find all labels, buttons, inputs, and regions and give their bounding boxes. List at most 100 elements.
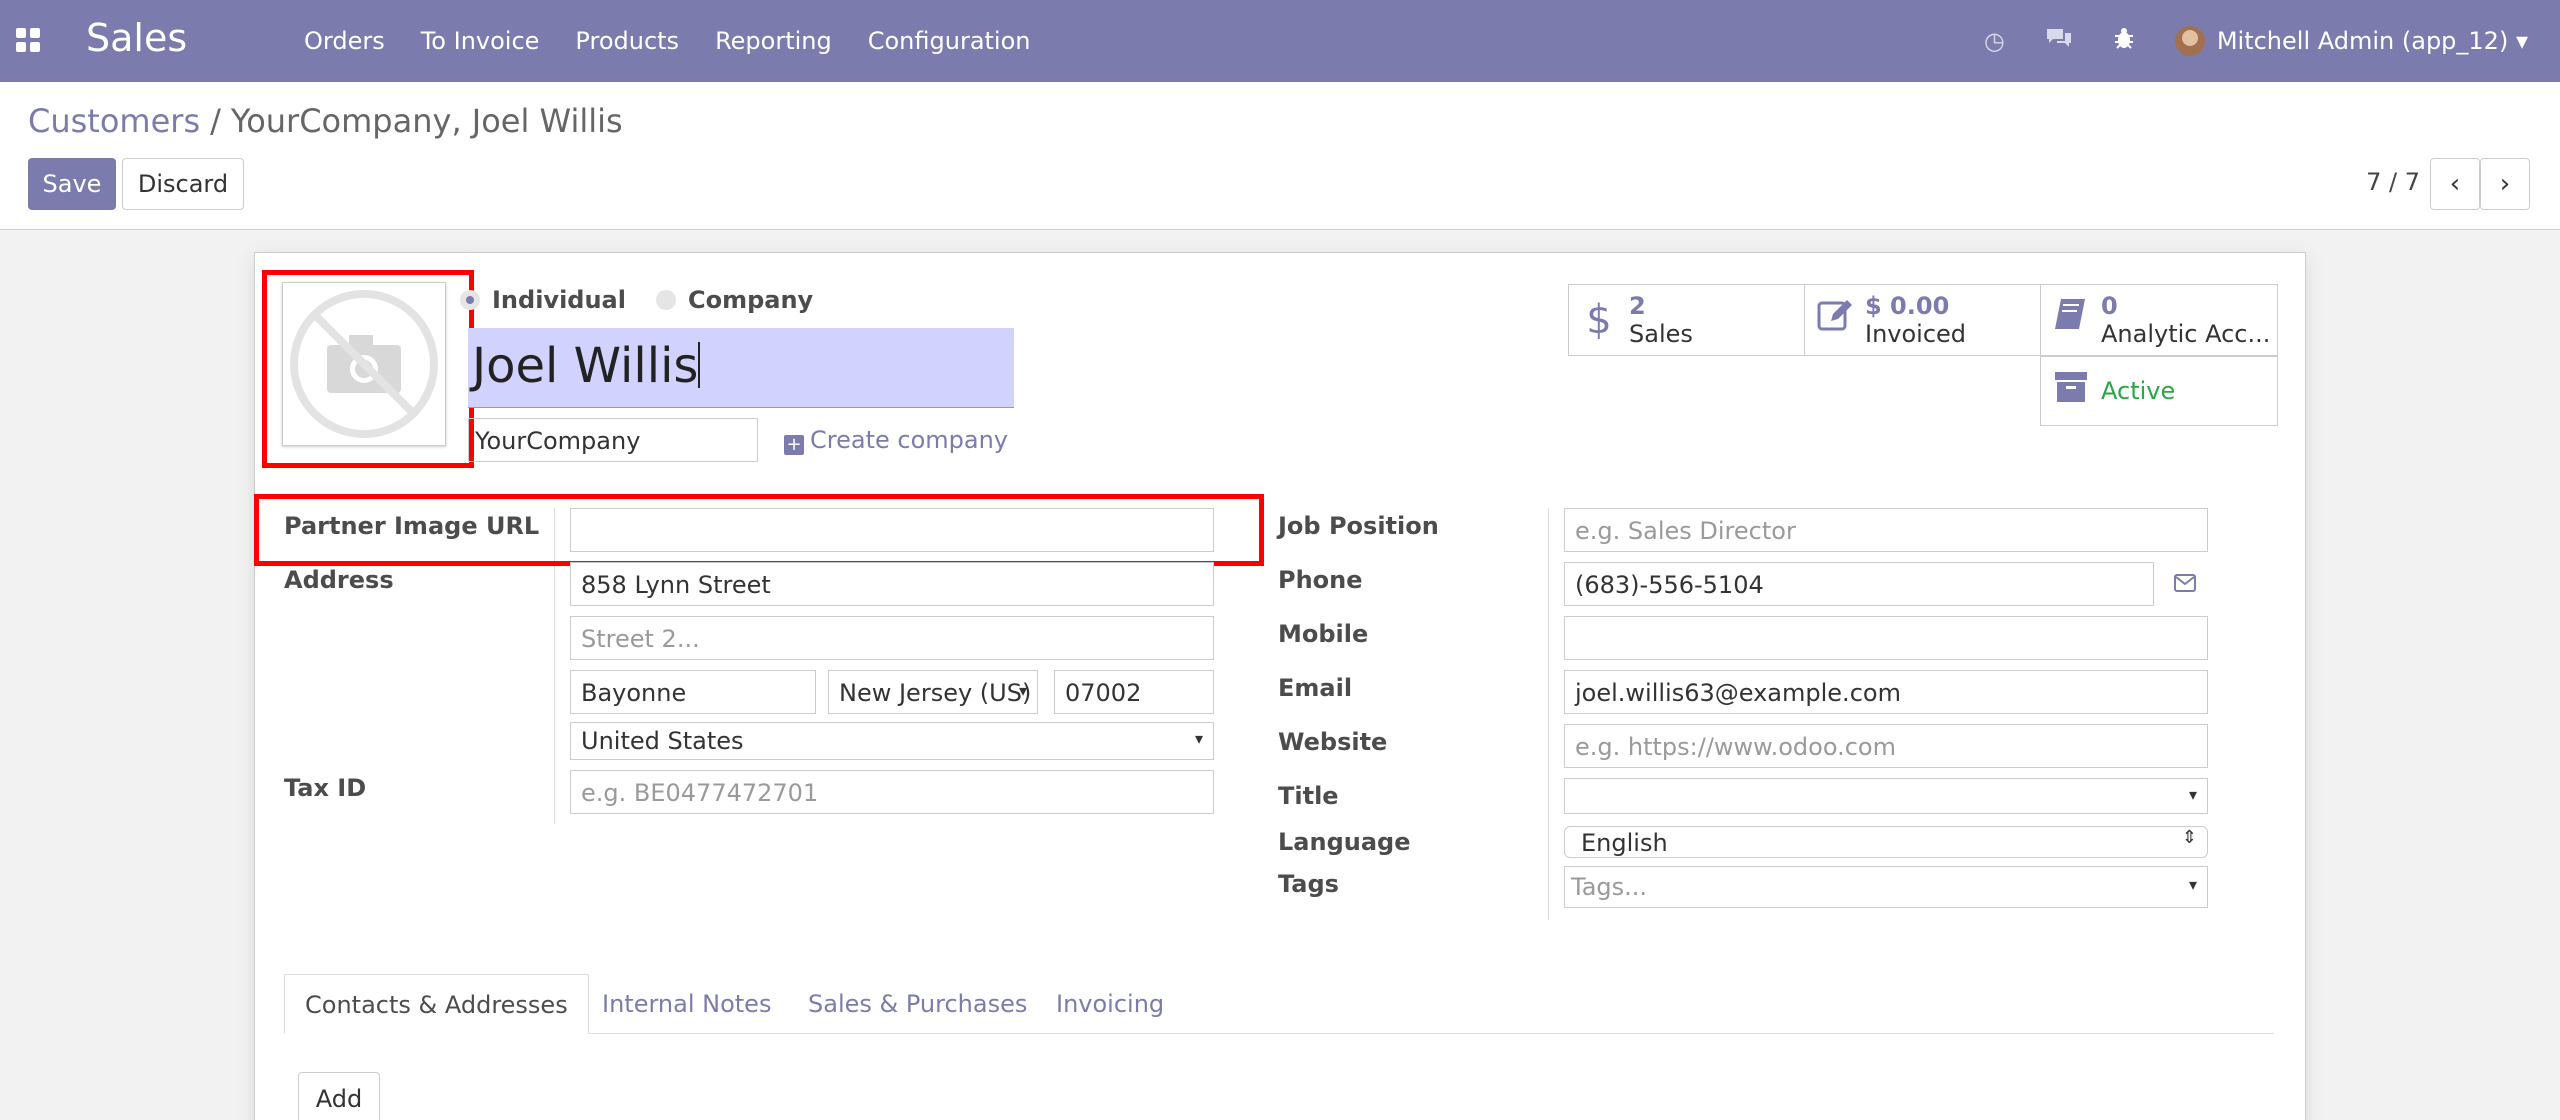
caret-down-icon: ▾: [2188, 875, 2197, 894]
language-select[interactable]: English ⇕: [1564, 826, 2208, 858]
user-menu[interactable]: Mitchell Admin (app_12) ▾: [2217, 27, 2528, 55]
archive-icon: [2041, 366, 2101, 416]
job-position-input[interactable]: e.g. Sales Director: [1564, 508, 2208, 552]
radio-company[interactable]: Company: [655, 286, 814, 314]
user-avatar[interactable]: [2174, 26, 2205, 56]
right-group-divider: [1548, 508, 1549, 920]
pager-next-button[interactable]: ›: [2480, 158, 2530, 210]
menu-item-reporting[interactable]: Reporting: [697, 0, 850, 82]
menu-item-orders[interactable]: Orders: [286, 0, 403, 82]
partner-name-input[interactable]: Joel Willis: [468, 328, 1014, 408]
company-type-radio: Individual Company: [460, 286, 814, 314]
language-value: English: [1581, 829, 1668, 857]
invoiced-smart-button[interactable]: $ 0.00 Invoiced: [1804, 284, 2042, 356]
notebook-tabs: Contacts & Addresses Internal Notes Sale…: [284, 974, 2274, 1034]
tab-invoicing[interactable]: Invoicing: [1056, 974, 1164, 1034]
active-toggle-button[interactable]: Active: [2040, 356, 2278, 426]
text-cursor: [698, 342, 701, 388]
tab-sales-purchases[interactable]: Sales & Purchases: [808, 974, 1027, 1034]
sales-count: 2: [1629, 292, 1646, 320]
street2-input[interactable]: Street 2...: [570, 616, 1214, 660]
control-panel: Customers / YourCompany, Joel Willis Save …: [0, 82, 2560, 230]
street-input[interactable]: 858 Lynn Street: [570, 562, 1214, 606]
radio-label-individual: Individual: [492, 286, 626, 314]
save-button[interactable]: Save: [28, 158, 116, 210]
updown-caret-icon: ⇕: [2181, 827, 2197, 848]
chat-icon[interactable]: [2045, 26, 2073, 56]
partner-name-value: Joel Willis: [472, 338, 699, 394]
app-name[interactable]: Sales: [86, 16, 187, 60]
email-input[interactable]: joel.willis63@example.com: [1564, 670, 2208, 714]
create-company-link[interactable]: + Create company: [784, 426, 1008, 455]
caret-down-icon: ▾: [2188, 785, 2197, 804]
menu-item-to-invoice[interactable]: To Invoice: [403, 0, 558, 82]
radio-dot-individual: [460, 290, 480, 310]
bug-icon[interactable]: [2113, 26, 2135, 56]
tags-placeholder: Tags...: [1571, 873, 1648, 901]
add-contact-button[interactable]: Add: [298, 1072, 380, 1120]
tab-internal-notes[interactable]: Internal Notes: [602, 974, 771, 1034]
mobile-input[interactable]: [1564, 616, 2208, 660]
clock-icon[interactable]: ◷: [1984, 27, 2005, 55]
top-navbar: Sales Orders To Invoice Products Reporti…: [0, 0, 2560, 82]
apps-menu-icon[interactable]: [16, 28, 40, 52]
analytic-count: 0: [2101, 292, 2118, 320]
menu-item-configuration[interactable]: Configuration: [850, 0, 1049, 82]
breadcrumb-customers[interactable]: Customers: [28, 102, 200, 140]
phone-label: Phone: [1278, 566, 1363, 594]
tax-id-label: Tax ID: [284, 774, 367, 802]
pager-previous-button[interactable]: ‹: [2430, 158, 2480, 210]
state-select[interactable]: New Jersey (US) ▾: [828, 670, 1038, 714]
chevron-right-icon: ›: [2499, 169, 2511, 199]
tags-input[interactable]: Tags... ▾: [1564, 866, 2208, 908]
city-input[interactable]: Bayonne: [570, 670, 816, 714]
language-label: Language: [1278, 828, 1411, 856]
caret-down-icon: ▾: [1194, 729, 1203, 748]
highlight-box-image: [262, 270, 474, 468]
breadcrumb: Customers / YourCompany, Joel Willis: [28, 102, 623, 140]
navbar-systray: ◷ Mitchell Admin (app_12) ▾: [1964, 0, 2560, 82]
menu-item-products[interactable]: Products: [557, 0, 697, 82]
tax-id-input[interactable]: e.g. BE0477472701: [570, 770, 1214, 814]
user-name: Mitchell Admin (app_12): [2216, 27, 2509, 55]
create-company-label: Create company: [810, 426, 1008, 454]
website-input[interactable]: e.g. https://www.odoo.com: [1564, 724, 2208, 768]
invoiced-amount: $ 0.00: [1865, 292, 1950, 320]
country-select[interactable]: United States ▾: [570, 722, 1214, 760]
sms-envelope-icon[interactable]: [2174, 574, 2196, 596]
country-value: United States: [581, 727, 744, 755]
pager-value: 7 / 7: [2366, 168, 2420, 196]
radio-label-company: Company: [687, 286, 814, 314]
sales-label: Sales: [1629, 320, 1693, 348]
plus-square-icon: +: [784, 435, 804, 455]
breadcrumb-separator: /: [210, 102, 221, 140]
analytic-accounts-smart-button[interactable]: 0 Analytic Acc...: [2040, 284, 2278, 356]
zip-input[interactable]: 07002: [1054, 670, 1214, 714]
dollar-icon: $: [1586, 297, 1612, 343]
email-label: Email: [1278, 674, 1353, 702]
book-icon: [2041, 295, 2101, 345]
radio-dot-company: [655, 290, 676, 310]
invoiced-label: Invoiced: [1865, 320, 1967, 348]
address-label: Address: [284, 566, 394, 594]
main-menu: Orders To Invoice Products Reporting Con…: [286, 0, 1049, 82]
sales-smart-button[interactable]: $ 2 Sales: [1568, 284, 1806, 356]
analytic-label: Analytic Acc...: [2101, 320, 2271, 348]
discard-button[interactable]: Discard: [122, 158, 244, 210]
company-input[interactable]: YourCompany: [468, 418, 758, 462]
mobile-label: Mobile: [1278, 620, 1369, 648]
highlight-box-image-url: [254, 494, 1264, 566]
website-label: Website: [1278, 728, 1388, 756]
breadcrumb-current: YourCompany, Joel Willis: [230, 102, 623, 140]
phone-input[interactable]: (683)-556-5104: [1564, 562, 2154, 606]
active-label: Active: [2101, 377, 2176, 405]
caret-down-icon: ▾: [1018, 681, 1027, 700]
edit-icon: [1805, 295, 1865, 345]
title-label: Title: [1278, 782, 1339, 810]
tab-contacts-addresses[interactable]: Contacts & Addresses: [284, 974, 589, 1034]
title-select[interactable]: ▾: [1564, 778, 2208, 814]
tags-label: Tags: [1278, 870, 1339, 898]
radio-individual[interactable]: Individual: [460, 286, 626, 314]
job-position-label: Job Position: [1278, 512, 1439, 540]
state-value: New Jersey (US): [839, 679, 1032, 707]
